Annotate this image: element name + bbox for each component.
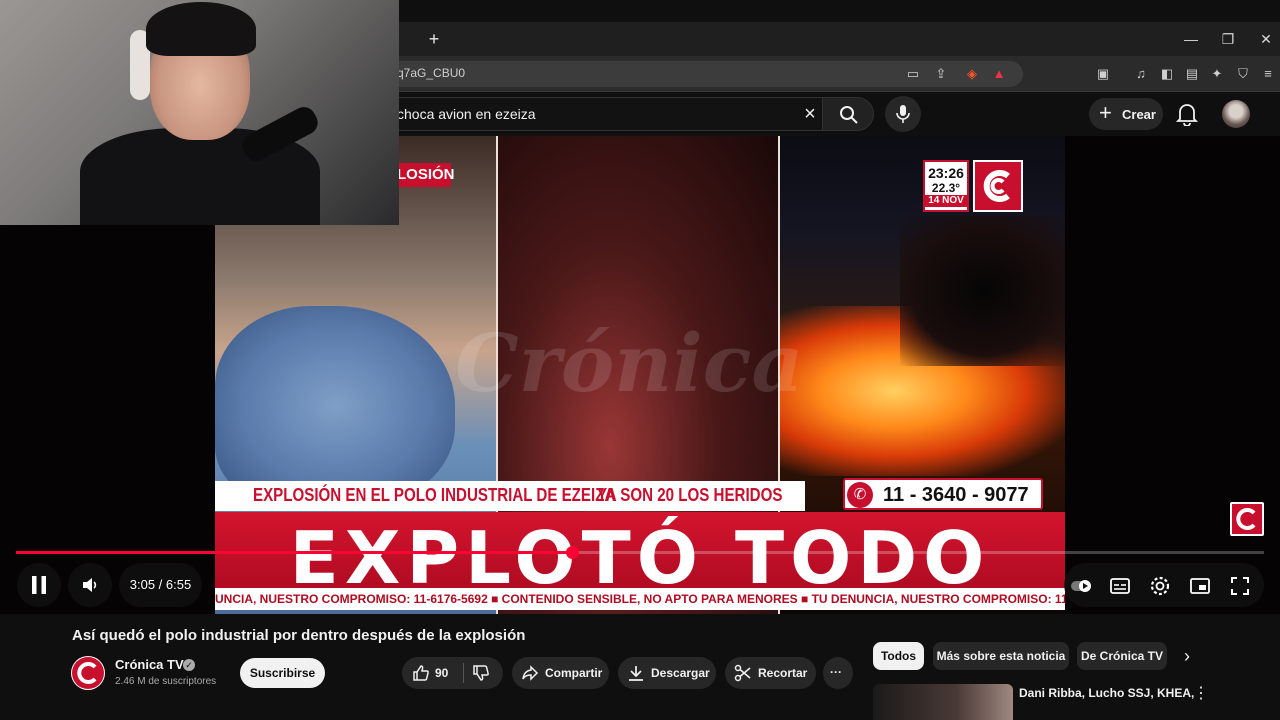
scissors-icon [734, 664, 751, 682]
share-page-icon[interactable]: ⇪ [931, 64, 951, 84]
channel-watermark-icon[interactable] [1230, 502, 1264, 536]
create-label: Crear [1122, 107, 1156, 122]
channel-avatar[interactable] [71, 656, 105, 690]
clip-label: Recortar [758, 666, 808, 680]
search-icon [840, 106, 858, 124]
pause-icon [32, 576, 46, 594]
progress-scrubber[interactable] [566, 546, 579, 559]
verified-icon: ✓ [183, 659, 195, 671]
new-tab-button[interactable]: + [424, 28, 444, 50]
chip-all[interactable]: Todos [873, 642, 924, 670]
volume-icon [83, 578, 97, 592]
address-bar[interactable]: q7aG_CBU0 [383, 61, 1023, 87]
clock-date: 14 NOV [925, 195, 967, 207]
lower-third-injured: YA SON 20 LOS HERIDOS [597, 485, 783, 505]
music-icon[interactable]: ♫ [1131, 64, 1151, 84]
broadcast-clock: 23:26 22.3° 14 NOV [923, 160, 1023, 212]
phone-number: 11 - 3640 - 9077 [883, 484, 1029, 506]
ai-icon[interactable]: ✦ [1207, 64, 1227, 84]
autoplay-toggle-icon[interactable] [1070, 575, 1092, 597]
search-button[interactable] [822, 97, 874, 131]
recommendation-thumbnail[interactable] [873, 684, 1013, 720]
dislike-icon[interactable] [472, 664, 490, 682]
search-input[interactable]: choca avion en ezeiza [397, 106, 536, 122]
plus-icon: + [1099, 100, 1112, 125]
settings-gear-icon[interactable] [1149, 575, 1171, 597]
lower-third: EXPLOSIÓN EN EL POLO INDUSTRIAL DE EZEIZ… [215, 481, 805, 511]
reader-mode-icon[interactable]: ▣ [1093, 64, 1113, 84]
channel-name[interactable]: Crónica TV [115, 657, 184, 672]
clock-temperature: 22.3° [931, 181, 961, 195]
download-icon [629, 666, 643, 681]
like-dislike-group: 90 [402, 657, 503, 689]
microphone-icon [896, 105, 910, 123]
like-count[interactable]: 90 [435, 666, 448, 680]
voice-search-button[interactable] [885, 96, 921, 132]
volume-button[interactable] [68, 563, 112, 607]
subscriber-count: 2.46 M de suscriptores [115, 676, 217, 687]
close-window-button[interactable]: ✕ [1255, 28, 1277, 50]
cronica-logo-icon [973, 160, 1023, 212]
lower-third-headline: EXPLOSIÓN EN EL POLO INDUSTRIAL DE EZEIZ… [253, 485, 616, 505]
sidebar-icon[interactable]: ◧ [1157, 64, 1177, 84]
fullscreen-icon[interactable] [1229, 575, 1251, 597]
share-icon [522, 665, 539, 681]
subtitles-icon[interactable] [1109, 575, 1131, 597]
clock-box: 23:26 22.3° 14 NOV [923, 160, 969, 212]
menu-icon[interactable]: ≡ [1258, 64, 1278, 84]
streamer-webcam [0, 0, 399, 225]
smoke-image [900, 216, 1065, 366]
ticker-text: UNCIA, NUESTRO COMPROMISO: 11-6176-5692 … [215, 592, 1065, 606]
like-icon[interactable] [412, 664, 430, 682]
url-text: q7aG_CBU0 [397, 66, 466, 80]
create-button[interactable]: + Crear [1089, 98, 1163, 130]
maximize-button[interactable]: ❐ [1217, 28, 1239, 50]
progress-played [16, 551, 572, 554]
notifications-bell-icon[interactable] [1176, 102, 1198, 126]
whatsapp-phone-box: ✆ 11 - 3640 - 9077 [843, 478, 1043, 510]
handkerchief-image [215, 306, 455, 506]
clip-button[interactable]: Recortar [725, 657, 816, 689]
vpn-icon[interactable]: ⛉ [1233, 64, 1253, 84]
miniplayer-icon[interactable] [1189, 575, 1211, 597]
like-separator [463, 663, 464, 683]
rewards-icon[interactable]: ▲ [989, 64, 1009, 84]
cronica-watermark: Crónica [455, 316, 804, 410]
explosion-tag: LOSIÓN [395, 163, 455, 187]
account-avatar[interactable] [1222, 100, 1250, 128]
clear-search-icon[interactable]: × [799, 103, 821, 125]
brave-shield-icon[interactable]: ◈ [962, 64, 982, 84]
wallet-icon[interactable]: ▤ [1182, 64, 1202, 84]
more-dots-icon: ··· [830, 665, 842, 679]
news-ticker: UNCIA, NUESTRO COMPROMISO: 11-6176-5692 … [215, 588, 1065, 610]
chip-more-news[interactable]: Más sobre esta noticia [933, 642, 1069, 670]
subscribe-button[interactable]: Suscribirse [240, 658, 325, 688]
player-right-controls [1064, 563, 1264, 607]
search-box[interactable]: choca avion en ezeiza × [380, 97, 823, 131]
minimize-button[interactable]: — [1180, 28, 1202, 50]
clock-time: 23:26 [928, 165, 964, 181]
download-label: Descargar [651, 666, 710, 680]
share-button[interactable]: Compartir [512, 657, 609, 689]
headline-banner: EXPLOTÓ TODO [215, 512, 1065, 600]
cast-icon[interactable]: ▭ [903, 64, 923, 84]
chip-from-channel[interactable]: De Crónica TV [1077, 642, 1167, 670]
progress-bar[interactable] [16, 546, 1264, 559]
whatsapp-icon: ✆ [847, 482, 873, 508]
recommendation-menu-icon[interactable]: ⋮ [1193, 683, 1209, 705]
webcam-hair [146, 2, 256, 56]
share-label: Compartir [545, 666, 603, 680]
more-actions-button[interactable]: ··· [823, 657, 853, 689]
time-display: 3:05 / 6:55 [119, 563, 202, 607]
pause-button[interactable] [17, 563, 61, 607]
download-button[interactable]: Descargar [618, 657, 716, 689]
video-title: Así quedó el polo industrial por dentro … [72, 627, 526, 644]
recommendation-title[interactable]: Dani Ribba, Lucho SSJ, KHEA, [1019, 686, 1194, 700]
chevron-right-icon[interactable]: › [1176, 645, 1198, 667]
